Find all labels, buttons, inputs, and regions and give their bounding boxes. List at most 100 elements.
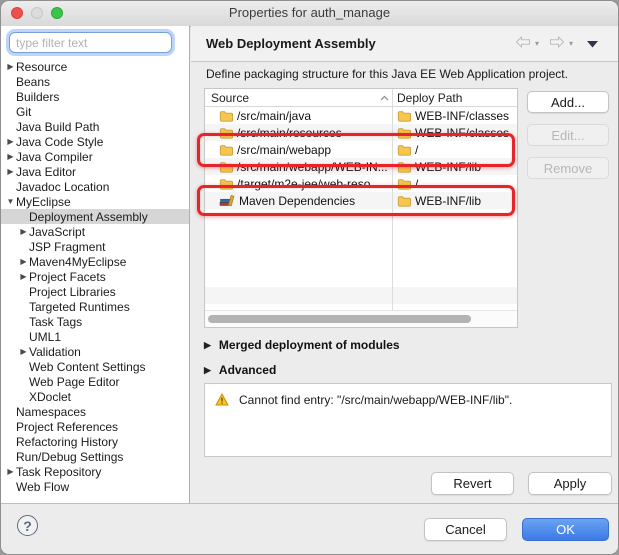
sidebar-item-label: JavaScript [29,225,85,239]
sidebar-item-label: XDoclet [29,390,71,404]
apply-button[interactable]: Apply [528,472,612,495]
forward-arrow-icon[interactable] [549,35,565,53]
chevron-right-icon[interactable]: ▶ [18,272,29,281]
back-dropdown-icon[interactable]: ▾ [535,39,539,48]
chevron-right-icon[interactable]: ▶ [18,347,29,356]
sidebar-item-label: Project Libraries [29,285,116,299]
sidebar-item-label: Refactoring History [16,435,118,449]
sidebar-item-project-references[interactable]: Project References [1,419,189,434]
chevron-right-icon: ▶ [204,365,211,376]
sidebar: ▶ResourceBeansBuildersGitJava Build Path… [1,26,190,504]
table-empty-rows [205,270,517,311]
sidebar-item-label: Web Page Editor [29,375,120,389]
sidebar-item-label: Run/Debug Settings [16,450,123,464]
chevron-right-icon[interactable]: ▶ [18,257,29,266]
section-label: Advanced [219,363,276,377]
chevron-right-icon[interactable]: ▶ [18,227,29,236]
sidebar-item-javadoc-location[interactable]: Javadoc Location [1,179,189,194]
page-header: Web Deployment Assembly ▾ ▾ [191,26,618,62]
warning-icon [215,393,229,409]
deploy-path-cell: WEB-INF/classes [392,109,517,123]
sidebar-item-label: Javadoc Location [16,180,109,194]
table-header: Source Deploy Path [205,89,517,107]
chevron-right-icon[interactable]: ▶ [5,62,16,71]
properties-dialog: Properties for auth_manage ▶ResourceBean… [0,0,619,555]
back-arrow-icon[interactable] [515,35,531,53]
folder-icon [219,110,233,122]
sidebar-item-label: Web Content Settings [29,360,146,374]
column-header-source[interactable]: Source [205,91,392,105]
sidebar-item-refactoring-history[interactable]: Refactoring History [1,434,189,449]
title-bar[interactable]: Properties for auth_manage [1,1,618,27]
cancel-button[interactable]: Cancel [424,518,507,541]
sidebar-item-jsp-fragment[interactable]: JSP Fragment [1,239,189,254]
chevron-right-icon[interactable]: ▶ [5,467,16,476]
chevron-right-icon[interactable]: ▶ [5,152,16,161]
sidebar-item-validation[interactable]: ▶Validation [1,344,189,359]
sidebar-item-maven4myeclipse[interactable]: ▶Maven4MyEclipse [1,254,189,269]
chevron-down-icon[interactable]: ▼ [5,197,16,206]
sidebar-item-label: Builders [16,90,59,104]
sidebar-item-project-libraries[interactable]: Project Libraries [1,284,189,299]
sidebar-item-web-flow[interactable]: Web Flow [1,479,189,494]
annotation-highlight-webapp-row [197,133,515,167]
sidebar-item-uml1[interactable]: UML1 [1,329,189,344]
warning-message: Cannot find entry: "/src/main/webapp/WEB… [239,393,512,407]
sidebar-item-resource[interactable]: ▶Resource [1,59,189,74]
sidebar-item-project-facets[interactable]: ▶Project Facets [1,269,189,284]
sidebar-item-run-debug-settings[interactable]: Run/Debug Settings [1,449,189,464]
chevron-right-icon[interactable]: ▶ [5,167,16,176]
sidebar-item-web-content-settings[interactable]: Web Content Settings [1,359,189,374]
help-icon[interactable]: ? [17,515,38,536]
revert-button[interactable]: Revert [431,472,514,495]
remove-button: Remove [527,157,609,179]
view-menu-icon[interactable] [587,35,598,53]
chevron-right-icon[interactable]: ▶ [5,137,16,146]
sidebar-item-label: Java Compiler [16,150,93,164]
sidebar-item-beans[interactable]: Beans [1,74,189,89]
sidebar-item-myeclipse[interactable]: ▼MyEclipse [1,194,189,209]
problems-box: Cannot find entry: "/src/main/webapp/WEB… [204,383,612,457]
annotation-highlight-maven-row [197,185,515,216]
sidebar-item-git[interactable]: Git [1,104,189,119]
page-title: Web Deployment Assembly [206,36,376,51]
sidebar-item-deployment-assembly[interactable]: Deployment Assembly [1,209,189,224]
filter-wrap [1,26,189,57]
sidebar-item-builders[interactable]: Builders [1,89,189,104]
forward-dropdown-icon[interactable]: ▾ [569,39,573,48]
dialog-footer: ? Cancel OK [1,503,618,554]
sidebar-item-task-tags[interactable]: Task Tags [1,314,189,329]
nav-icons: ▾ ▾ [515,35,598,53]
deploy-header-label: Deploy Path [397,91,462,105]
source-header-label: Source [211,91,249,105]
sidebar-item-label: Project References [16,420,118,434]
sidebar-item-label: Git [16,105,31,119]
section-merged-deployment[interactable]: ▶ Merged deployment of modules [204,338,400,352]
sort-ascending-icon [380,95,389,101]
horizontal-scrollbar[interactable] [205,310,517,327]
sidebar-item-javascript[interactable]: ▶JavaScript [1,224,189,239]
sidebar-item-task-repository[interactable]: ▶Task Repository [1,464,189,479]
ok-button[interactable]: OK [522,518,609,541]
sidebar-item-targeted-runtimes[interactable]: Targeted Runtimes [1,299,189,314]
sidebar-item-label: Java Editor [16,165,76,179]
sidebar-item-java-compiler[interactable]: ▶Java Compiler [1,149,189,164]
deploy-path-label: WEB-INF/classes [415,109,509,123]
sidebar-item-xdoclet[interactable]: XDoclet [1,389,189,404]
sidebar-item-label: Java Code Style [16,135,103,149]
chevron-right-icon: ▶ [204,340,211,351]
sidebar-item-web-page-editor[interactable]: Web Page Editor [1,374,189,389]
sidebar-item-java-editor[interactable]: ▶Java Editor [1,164,189,179]
filter-input[interactable] [9,32,172,53]
sidebar-item-namespaces[interactable]: Namespaces [1,404,189,419]
section-advanced[interactable]: ▶ Advanced [204,363,276,377]
column-header-deploy-path[interactable]: Deploy Path [392,91,517,105]
sidebar-item-java-build-path[interactable]: Java Build Path [1,119,189,134]
description-text: Define packaging structure for this Java… [206,67,568,81]
main-panel: Web Deployment Assembly ▾ ▾ Define packa… [191,26,618,504]
table-row-src-main-java[interactable]: /src/main/javaWEB-INF/classes [205,107,517,124]
sidebar-item-java-code-style[interactable]: ▶Java Code Style [1,134,189,149]
scrollbar-thumb[interactable] [208,315,471,323]
sidebar-item-label: Namespaces [16,405,86,419]
add-button[interactable]: Add... [527,91,609,113]
